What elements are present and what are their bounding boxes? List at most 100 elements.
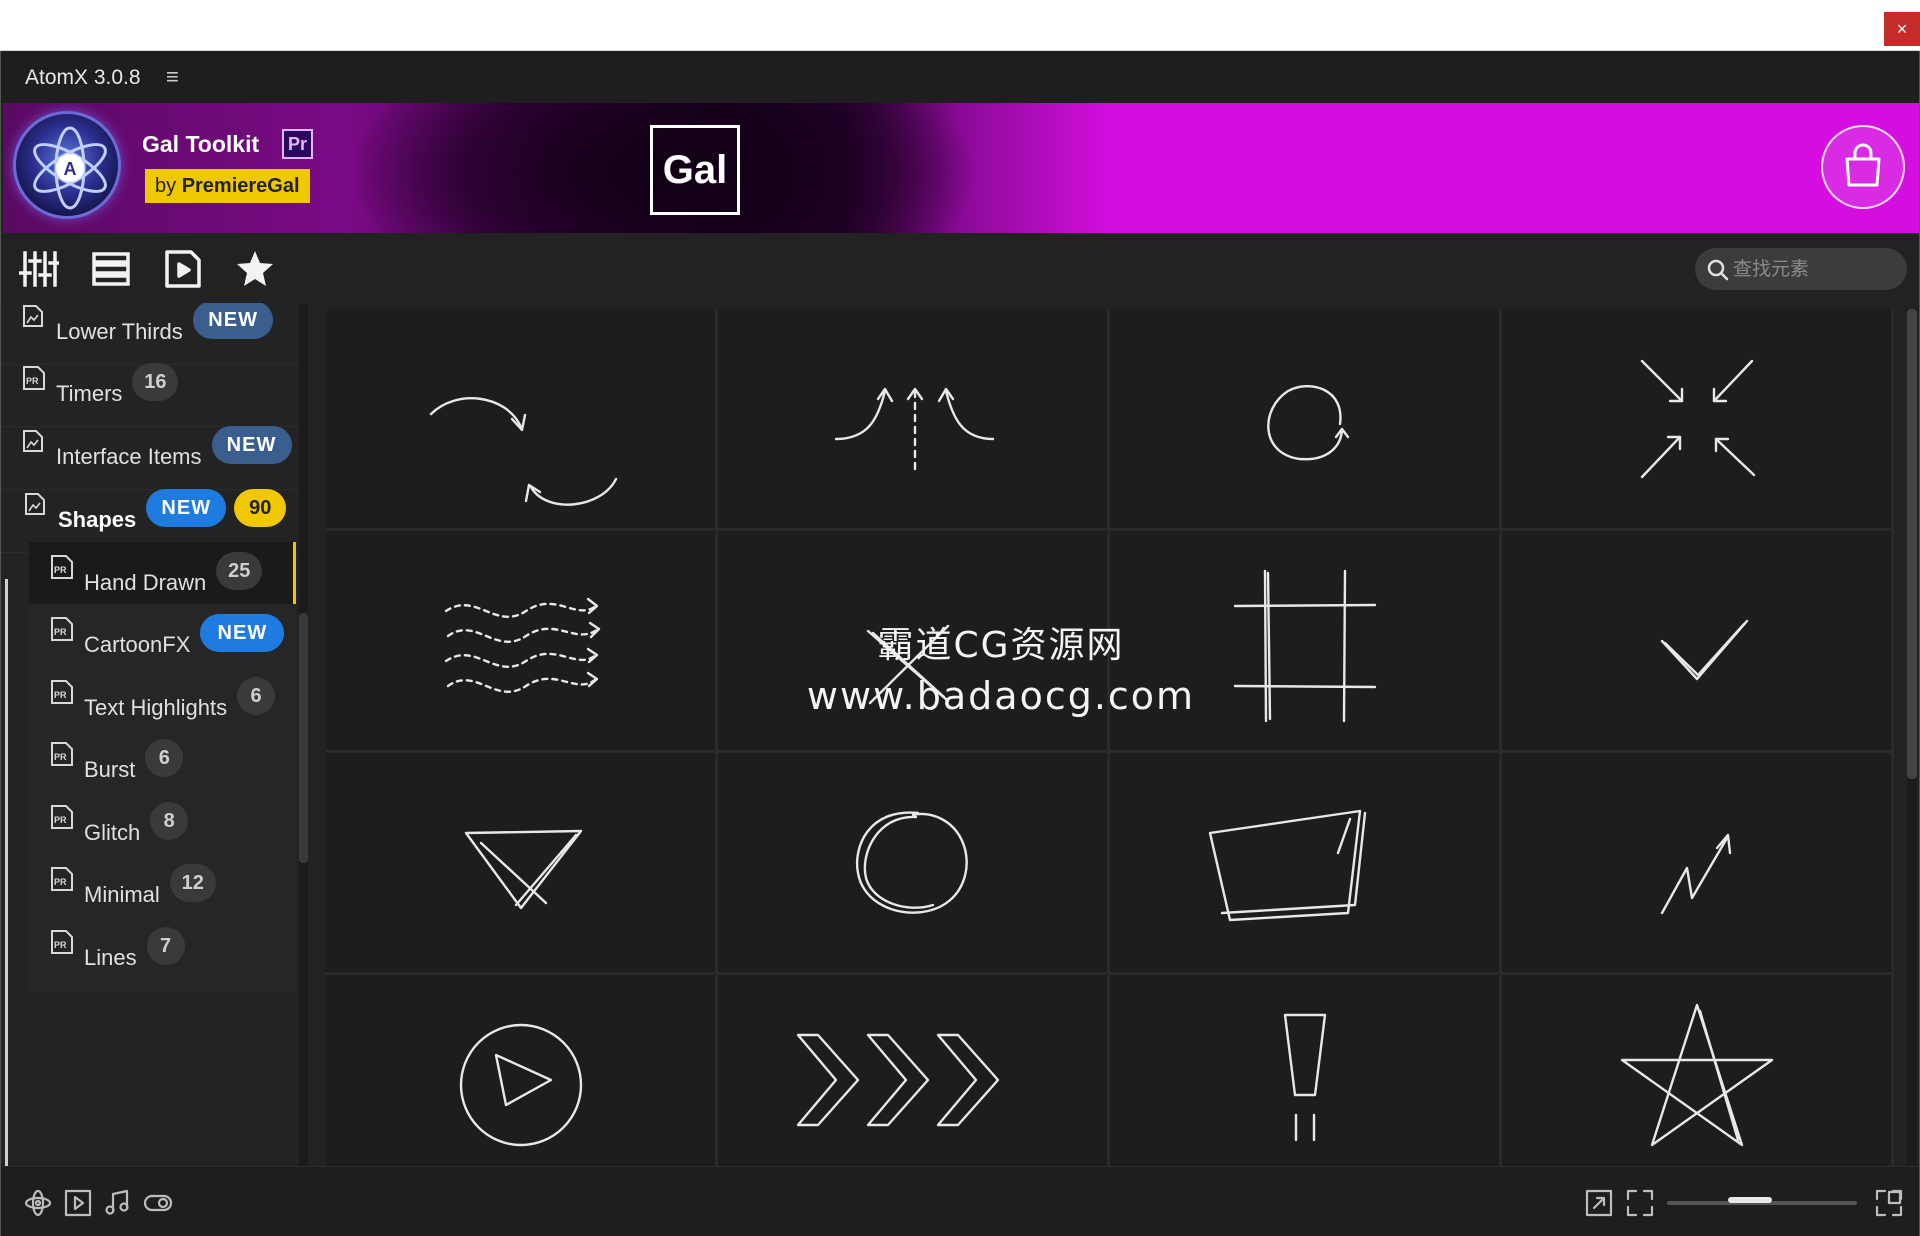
sidebar-item-label: Interface Items xyxy=(56,444,202,469)
atom-icon[interactable] xyxy=(23,1188,53,1218)
preset-thumbnail-play-circle[interactable] xyxy=(326,975,715,1166)
premiere-file-icon: PR xyxy=(49,804,75,830)
premiere-pro-badge: Pr xyxy=(282,129,313,159)
search-icon xyxy=(1707,259,1729,281)
count-badge: 7 xyxy=(146,927,185,965)
list-icon[interactable] xyxy=(91,249,131,289)
premiere-file-icon: PR xyxy=(49,929,75,955)
count-badge: 6 xyxy=(237,677,276,715)
svg-text:PR: PR xyxy=(54,752,67,762)
sliders-icon[interactable] xyxy=(18,249,61,289)
preset-thumbnail-star-outline[interactable] xyxy=(1502,975,1891,1166)
hand-drawn-x-icon xyxy=(866,624,950,705)
preset-thumbnail-arrows-inward[interactable] xyxy=(1502,309,1891,528)
preset-thumbnail-swap-arrows[interactable] xyxy=(326,309,715,528)
preset-thumbnail-circular-arrow[interactable] xyxy=(1110,309,1499,528)
svg-text:PR: PR xyxy=(54,627,67,637)
atomx-logo[interactable]: A xyxy=(13,111,121,219)
preset-thumbnail-hash-square[interactable] xyxy=(1110,531,1499,750)
search-box xyxy=(1695,248,1907,290)
premiere-file-icon: PR xyxy=(49,741,75,767)
star-outline-icon xyxy=(1620,1003,1774,1147)
bottom-bar xyxy=(1,1166,1919,1236)
grid-scrollbar[interactable] xyxy=(1907,309,1917,1166)
wavy-arrows-icon xyxy=(444,597,601,693)
play-box-icon[interactable] xyxy=(63,1188,93,1218)
dock-icon[interactable] xyxy=(1874,1188,1904,1218)
new-badge: NEW xyxy=(146,489,227,527)
svg-text:PR: PR xyxy=(54,690,67,700)
category-sidebar: Lower Thirds NEW PR Timers 16 Interface Items… xyxy=(1,303,301,1166)
window: × AtomX 3.0.8 ≡ A Gal Toolkit Pr by Prem… xyxy=(0,0,1920,1236)
premiere-file-icon: PR xyxy=(49,866,75,892)
toggle-icon[interactable] xyxy=(143,1188,173,1218)
preset-folder-icon xyxy=(21,428,47,454)
preset-thumbnail-box-outline[interactable] xyxy=(1110,753,1499,972)
music-note-icon[interactable] xyxy=(103,1188,133,1218)
grid-scrollbar-thumb[interactable] xyxy=(1907,309,1917,779)
sidebar-item-lines[interactable]: PR Lines 7 xyxy=(29,917,296,991)
preset-thumbnail-checkmark[interactable] xyxy=(1502,531,1891,750)
premiere-file-icon: PR xyxy=(49,679,75,705)
preset-thumbnail-triangle-x[interactable] xyxy=(326,753,715,972)
triangle-x-icon xyxy=(464,829,583,910)
swap-arrows-icon xyxy=(429,397,618,506)
circular-arrow-icon xyxy=(1267,385,1350,461)
preset-folder-icon xyxy=(21,303,47,329)
export-icon[interactable] xyxy=(1584,1188,1614,1218)
premiere-file-icon: PR xyxy=(49,616,75,642)
sidebar-scrollbar-thumb[interactable] xyxy=(299,613,308,863)
checkmark-icon xyxy=(1660,619,1749,681)
sidebar-item-label: Lower Thirds xyxy=(56,319,183,344)
sidebar-item-label: Minimal xyxy=(84,882,160,907)
preset-thumbnail-exclamation[interactable] xyxy=(1110,975,1499,1166)
svg-text:PR: PR xyxy=(54,877,67,887)
atomx-panel: AtomX 3.0.8 ≡ A Gal Toolkit Pr by Premie… xyxy=(0,51,1920,1236)
preset-thumbnail-scribble-circle[interactable] xyxy=(718,753,1107,972)
count-badge: 12 xyxy=(169,864,216,902)
by-prefix: by xyxy=(155,175,177,197)
play-circle-icon xyxy=(459,1023,583,1147)
preset-thumbnail-three-arrows-up[interactable] xyxy=(718,309,1107,528)
zoom-slider-thumb[interactable] xyxy=(1728,1197,1773,1203)
shopping-bag-icon xyxy=(1845,143,1881,187)
zoom-slider[interactable] xyxy=(1667,1197,1857,1205)
sidebar-scrollbar[interactable] xyxy=(299,303,308,1166)
expanded-group-indicator xyxy=(5,579,8,1166)
svg-text:PR: PR xyxy=(54,940,67,950)
toolkit-name: Gal Toolkit xyxy=(142,131,260,157)
preset-thumbnail-wavy-arrows[interactable] xyxy=(326,531,715,750)
pack-banner: A Gal Toolkit Pr by PremiereGal Gal xyxy=(3,103,1919,233)
hash-square-icon xyxy=(1233,569,1377,723)
star-icon[interactable] xyxy=(235,249,275,289)
three-arrows-up-icon xyxy=(834,387,995,471)
sidebar-item-label: Hand Drawn xyxy=(84,570,207,595)
count-badge: 90 xyxy=(234,489,287,527)
sidebar-item-label: CartoonFX xyxy=(84,632,191,657)
preset-grid xyxy=(326,309,1894,1166)
media-file-icon[interactable] xyxy=(163,249,203,289)
sidebar-item-label: Timers xyxy=(56,381,123,406)
panel-titlebar: AtomX 3.0.8 ≡ xyxy=(1,51,1919,103)
hamburger-menu-icon[interactable]: ≡ xyxy=(166,64,179,90)
preset-thumbnail-hand-drawn-x[interactable] xyxy=(718,531,1107,750)
premiere-file-icon: PR xyxy=(49,554,75,580)
search-input[interactable] xyxy=(1733,248,1898,290)
preset-thumbnail-zigzag-arrow[interactable] xyxy=(1502,753,1891,972)
app-title: AtomX 3.0.8 xyxy=(25,66,141,89)
author-badge: by PremiereGal xyxy=(145,169,310,203)
gal-logo: Gal xyxy=(650,125,740,215)
box-outline-icon xyxy=(1208,809,1367,922)
sidebar-item-label: Burst xyxy=(84,757,136,782)
close-button[interactable]: × xyxy=(1884,12,1920,46)
premiere-file-icon: PR xyxy=(21,365,47,391)
svg-text:PR: PR xyxy=(26,376,39,386)
count-badge: 6 xyxy=(145,739,184,777)
chevrons-icon xyxy=(796,1033,1000,1127)
exclamation-icon xyxy=(1283,1013,1327,1142)
sidebar-item-label: Lines xyxy=(84,945,137,970)
preset-thumbnail-chevrons[interactable] xyxy=(718,975,1107,1166)
shop-bag-button[interactable] xyxy=(1821,125,1905,209)
fullscreen-icon[interactable] xyxy=(1625,1188,1655,1218)
count-badge: 16 xyxy=(132,363,179,401)
